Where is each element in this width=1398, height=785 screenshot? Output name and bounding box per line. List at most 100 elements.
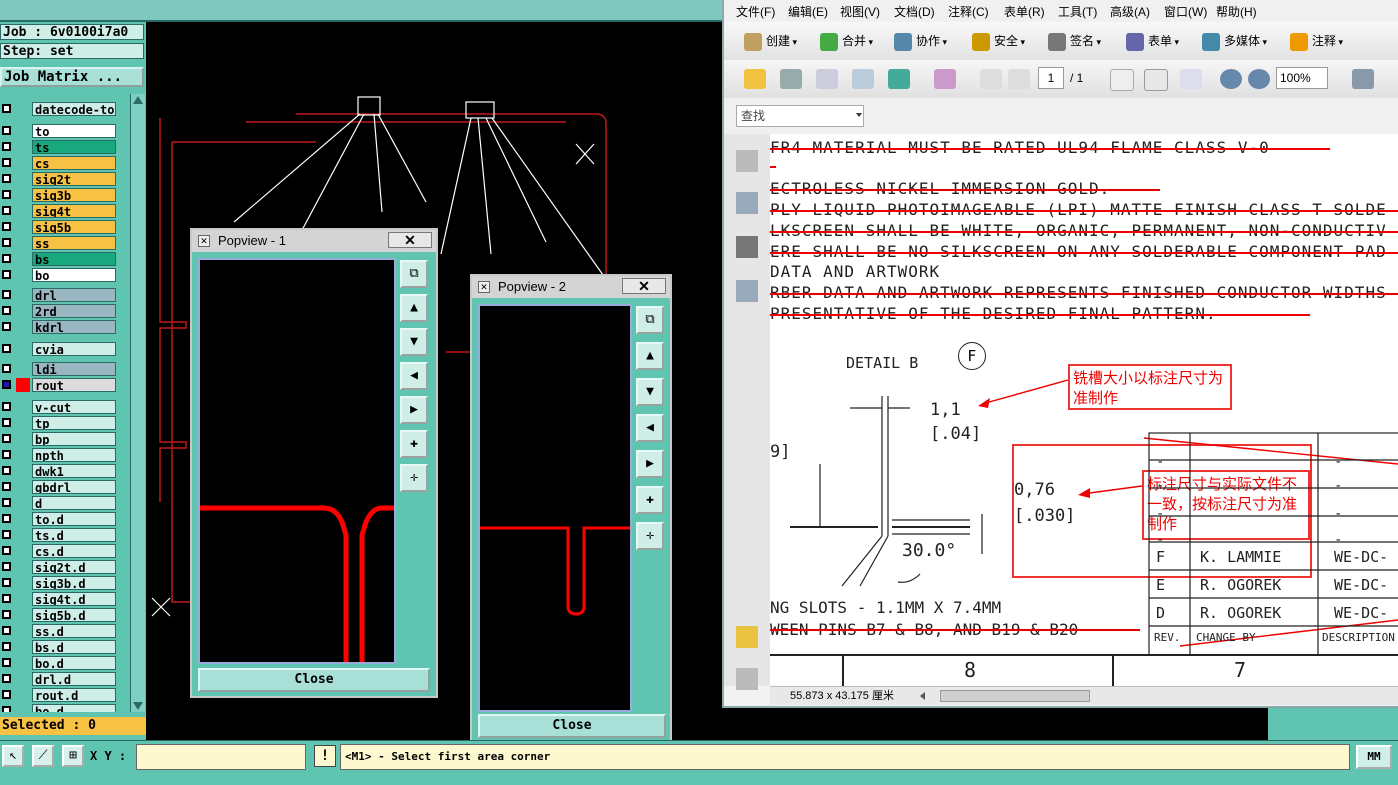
layer-checkbox[interactable] — [2, 222, 11, 231]
bookmarks-icon[interactable] — [736, 192, 758, 214]
menu-item[interactable]: 编辑(E) — [788, 3, 828, 20]
layer-name[interactable]: datecode-to — [32, 102, 116, 116]
pan-down-icon[interactable]: ▼ — [636, 378, 664, 406]
layer-name[interactable]: bs.d — [32, 640, 116, 654]
pan-right-icon[interactable]: ▶ — [636, 450, 664, 478]
layer-name[interactable]: sig3b.d — [32, 576, 116, 590]
layer-checkbox[interactable] — [2, 706, 11, 712]
layer-name[interactable]: v-cut — [32, 400, 116, 414]
layer-name[interactable]: drl.d — [32, 672, 116, 686]
layer-checkbox[interactable] — [2, 530, 11, 539]
task-button[interactable]: 合并 ▾ — [820, 30, 873, 52]
zoom-out-icon[interactable] — [1220, 69, 1242, 89]
task-button[interactable]: 创建 ▾ — [744, 30, 797, 52]
layer-name[interactable]: to — [32, 124, 116, 138]
menu-item[interactable]: 文件(F) — [736, 3, 775, 20]
select-text-icon[interactable] — [1110, 69, 1134, 91]
select-tool-icon[interactable]: ↖ — [2, 745, 24, 767]
pan-up-icon[interactable]: ▲ — [400, 294, 428, 322]
layer-row[interactable]: bs.d — [0, 640, 118, 655]
layer-name[interactable]: sig5b — [32, 220, 116, 234]
layer-name[interactable]: sig2t — [32, 172, 116, 186]
layer-checkbox[interactable] — [2, 254, 11, 263]
layer-row[interactable]: sig3b.d — [0, 576, 118, 591]
prev-page-icon[interactable] — [980, 69, 1002, 89]
layer-row[interactable]: sig4t.d — [0, 592, 118, 607]
zoom-out-icon[interactable]: ✛ — [400, 464, 428, 492]
popview-1-close-icon[interactable]: ✕ — [388, 232, 432, 248]
units-button[interactable]: MM — [1356, 745, 1392, 769]
layer-row[interactable]: ss — [0, 236, 118, 251]
layer-row[interactable]: cs.d — [0, 544, 118, 559]
layer-row[interactable]: cvia — [0, 342, 118, 357]
job-matrix-button[interactable]: Job Matrix ... — [0, 67, 144, 87]
layers-icon[interactable] — [736, 236, 758, 258]
signatures-icon[interactable] — [736, 280, 758, 302]
layer-row[interactable]: drl — [0, 288, 118, 303]
layer-row[interactable]: sig3b — [0, 188, 118, 203]
layer-checkbox[interactable] — [2, 514, 11, 523]
layer-name[interactable]: cvia — [32, 342, 116, 356]
layer-row[interactable]: cs — [0, 156, 118, 171]
save-icon[interactable] — [816, 69, 838, 89]
task-button[interactable]: 表单 ▾ — [1126, 30, 1179, 52]
layer-name[interactable]: cs — [32, 156, 116, 170]
layer-row[interactable]: kdrl — [0, 320, 118, 335]
comments-icon[interactable] — [736, 626, 758, 648]
layer-name[interactable]: bo.d — [32, 704, 116, 712]
layer-checkbox[interactable] — [2, 270, 11, 279]
layer-name[interactable]: sig4t — [32, 204, 116, 218]
layer-row[interactable]: tp — [0, 416, 118, 431]
layer-checkbox[interactable] — [2, 642, 11, 651]
layer-name[interactable]: sig4t.d — [32, 592, 116, 606]
menu-item[interactable]: 工具(T) — [1058, 3, 1097, 20]
layer-checkbox[interactable] — [2, 238, 11, 247]
attach-icon[interactable] — [934, 69, 956, 89]
layer-row[interactable]: gbdrl — [0, 480, 118, 495]
layer-row[interactable]: to.d — [0, 512, 118, 527]
layer-checkbox[interactable] — [2, 674, 11, 683]
layer-checkbox[interactable] — [2, 344, 11, 353]
layer-checkbox[interactable] — [2, 546, 11, 555]
layer-row[interactable]: sig2t.d — [0, 560, 118, 575]
layer-name[interactable]: bs — [32, 252, 116, 266]
task-button[interactable]: 安全 ▾ — [972, 30, 1025, 52]
layer-row[interactable]: dwk1 — [0, 464, 118, 479]
menu-item[interactable]: 高级(A) — [1110, 3, 1150, 20]
zoom-in-icon[interactable]: ✚ — [400, 430, 428, 458]
layer-name[interactable]: bo.d — [32, 656, 116, 670]
layer-row[interactable]: drl.d — [0, 672, 118, 687]
attachment-icon[interactable] — [736, 668, 758, 690]
layer-row[interactable]: bo.d — [0, 704, 118, 712]
task-button[interactable]: 签名 ▾ — [1048, 30, 1101, 52]
layer-row[interactable]: rout — [0, 378, 118, 393]
layer-checkbox[interactable] — [2, 364, 11, 373]
layer-row[interactable]: bo — [0, 268, 118, 283]
layer-checkbox[interactable] — [2, 126, 11, 135]
menu-item[interactable]: 窗口(W) — [1164, 3, 1207, 20]
layer-row[interactable]: ts.d — [0, 528, 118, 543]
layer-checkbox[interactable] — [2, 466, 11, 475]
layer-name[interactable]: bo — [32, 268, 116, 282]
layer-checkbox[interactable] — [2, 174, 11, 183]
layer-name[interactable]: npth — [32, 448, 116, 462]
pdf-page[interactable]: FR4 MATERIAL MUST BE RATED UL94 FLAME CL… — [770, 134, 1398, 686]
menu-item[interactable]: 帮助(H) — [1216, 3, 1257, 20]
layer-checkbox[interactable] — [2, 498, 11, 507]
popview-1-canvas[interactable] — [198, 258, 396, 664]
layer-checkbox[interactable] — [2, 418, 11, 427]
popview-2-canvas[interactable] — [478, 304, 632, 712]
layer-row[interactable]: npth — [0, 448, 118, 463]
layer-row[interactable]: v-cut — [0, 400, 118, 415]
layer-name[interactable]: sig3b — [32, 188, 116, 202]
popview-1-titlebar[interactable]: ✕ Popview - 1 ✕ — [192, 230, 436, 252]
layer-row[interactable]: bs — [0, 252, 118, 267]
print-icon[interactable] — [780, 69, 802, 89]
menu-item[interactable]: 表单(R) — [1004, 3, 1045, 20]
layer-name[interactable]: ss — [32, 236, 116, 250]
menu-item[interactable]: 注释(C) — [948, 3, 989, 20]
zoom-in-icon[interactable] — [1248, 69, 1270, 89]
menu-item[interactable]: 文档(D) — [894, 3, 935, 20]
task-button[interactable]: 注释 ▾ — [1290, 30, 1343, 52]
layer-row[interactable]: sig5b.d — [0, 608, 118, 623]
